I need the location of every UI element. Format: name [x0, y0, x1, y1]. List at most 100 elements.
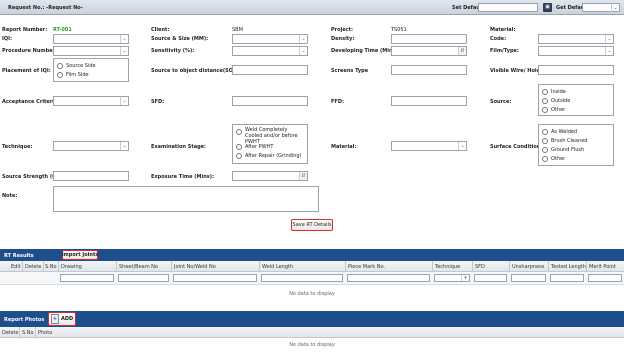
code-select[interactable]: ⌄	[538, 34, 614, 44]
acceptance-criteria-select[interactable]: ⌄	[53, 96, 129, 106]
radio-as-welded[interactable]: As Welded	[542, 127, 610, 136]
sfd-label: SFD:	[151, 99, 165, 105]
radio-brush-cleaned[interactable]: Brush Cleaned	[542, 136, 610, 145]
radio-icon[interactable]	[236, 152, 242, 159]
radio-icon[interactable]	[57, 62, 63, 69]
note-textarea[interactable]	[53, 186, 319, 212]
filter-merit-point[interactable]	[588, 274, 622, 282]
save-icon[interactable]: ▣	[543, 3, 552, 12]
exposure-time-input[interactable]: ⇵	[232, 171, 308, 181]
sensitivity-select[interactable]: ⌄	[232, 46, 308, 56]
spinner-icon[interactable]: ⇵	[299, 172, 307, 180]
film-type-select[interactable]: ⌄	[538, 46, 614, 56]
iqi-select[interactable]: ⌄	[53, 34, 129, 44]
chevron-down-icon[interactable]: ▾	[461, 275, 469, 281]
chevron-down-icon[interactable]: ⌄	[611, 4, 619, 12]
column-header[interactable]: Delete	[25, 264, 41, 270]
chevron-down-icon[interactable]: ⌄	[458, 142, 466, 150]
examination-stage-group: Weld Completely Cooled and/or before PWH…	[232, 124, 308, 164]
project-value: TS051	[391, 27, 407, 33]
add-document-icon: +	[51, 314, 59, 324]
density-label: Density:	[331, 36, 355, 42]
radio-icon[interactable]	[542, 146, 548, 153]
chevron-down-icon[interactable]: ⌄	[120, 97, 128, 105]
visible-wire-label: Visible Wire/ Hole	[490, 68, 540, 74]
client-value: SBM	[232, 27, 243, 33]
developing-time-label: Developing Time (Mins):	[331, 48, 400, 54]
column-header[interactable]: Edit	[11, 264, 21, 270]
filter-tested-length[interactable]	[550, 274, 584, 282]
report-photos-no-data: No data to display	[289, 342, 335, 348]
filter-unsharpness[interactable]	[511, 274, 546, 282]
ffd-label: FFD:	[331, 99, 344, 105]
set-default-select[interactable]	[478, 3, 538, 12]
chevron-down-icon[interactable]: ⌄	[120, 47, 128, 55]
radio-icon[interactable]	[542, 106, 548, 113]
column-header[interactable]: S.No	[45, 264, 57, 270]
column-header[interactable]: Drawing	[61, 264, 82, 270]
column-header[interactable]: Sheet/Beam No	[119, 264, 158, 270]
radio-inside[interactable]: Inside	[542, 87, 610, 96]
column-header[interactable]: Merit Point	[589, 264, 616, 270]
technique-select[interactable]: ⌄	[53, 141, 129, 151]
column-header[interactable]: Technique	[435, 264, 460, 270]
column-header[interactable]: SFD	[475, 264, 485, 270]
save-rt-details-button[interactable]: Save RT Details	[291, 219, 333, 231]
filter-sfd[interactable]	[474, 274, 507, 282]
import-joints-button[interactable]: Import Joints	[62, 250, 98, 260]
filter-drawing[interactable]	[60, 274, 114, 282]
radio-icon[interactable]	[542, 97, 548, 104]
radio-outside[interactable]: Outside	[542, 96, 610, 105]
radio-icon[interactable]	[542, 128, 548, 135]
chevron-down-icon[interactable]: ⌄	[299, 35, 307, 43]
add-photo-button[interactable]: + ADD	[48, 312, 76, 326]
radio-film-side[interactable]: Film Side	[57, 70, 125, 79]
column-header[interactable]: Unsharpness	[512, 264, 544, 270]
radio-icon[interactable]	[236, 129, 242, 135]
column-header[interactable]: Delete	[2, 330, 18, 336]
column-header[interactable]: Joint No/Weld No	[174, 264, 216, 270]
column-header[interactable]: S.No	[22, 330, 34, 336]
screens-type-input[interactable]	[391, 65, 467, 75]
visible-wire-input[interactable]	[538, 65, 614, 75]
radio-other[interactable]: Other	[542, 105, 610, 114]
developing-time-input[interactable]: ⇵	[391, 46, 467, 56]
source-size-label: Source & Size (MM):	[151, 36, 209, 42]
chevron-down-icon[interactable]: ⌄	[299, 47, 307, 55]
radio-icon[interactable]	[542, 88, 548, 95]
radio-source-side[interactable]: Source Side	[57, 61, 125, 70]
chevron-down-icon[interactable]: ⌄	[120, 142, 128, 150]
radio-ground-flush[interactable]: Ground Flush	[542, 145, 610, 154]
chevron-down-icon[interactable]: ⌄	[120, 35, 128, 43]
column-header[interactable]: Weld Length	[262, 264, 293, 270]
filter-joint[interactable]	[173, 274, 257, 282]
ffd-input[interactable]	[391, 96, 467, 106]
column-header[interactable]: Tested Length	[551, 264, 586, 270]
filter-sheet[interactable]	[118, 274, 169, 282]
spinner-icon[interactable]: ⇵	[458, 47, 466, 55]
radio-after-repair[interactable]: After Repair (Grinding)	[236, 151, 304, 160]
sod-input[interactable]	[232, 65, 308, 75]
rt-results-header: RT Results Import Joints	[0, 249, 624, 261]
filter-weld-length[interactable]	[261, 274, 343, 282]
radio-icon[interactable]	[236, 143, 242, 150]
filter-piece-mark[interactable]	[347, 274, 430, 282]
radio-icon[interactable]	[542, 155, 548, 162]
column-header[interactable]: Photo	[38, 330, 52, 336]
material-mid-select[interactable]: ⌄	[391, 141, 467, 151]
procedure-number-select[interactable]: ⌄	[53, 46, 129, 56]
get-default-select[interactable]: ⌄	[582, 3, 620, 12]
filter-technique[interactable]: ▾	[434, 274, 470, 282]
source-size-select[interactable]: ⌄	[232, 34, 308, 44]
report-photos-header: Report Photos + ADD	[0, 311, 624, 327]
column-header[interactable]: Piece Mark No.	[348, 264, 385, 270]
radio-other-surface[interactable]: Other	[542, 154, 610, 163]
source-strength-input[interactable]	[53, 171, 129, 181]
density-input[interactable]	[391, 34, 467, 44]
radio-icon[interactable]	[542, 137, 548, 144]
sfd-input[interactable]	[232, 96, 308, 106]
radio-icon[interactable]	[57, 71, 63, 78]
radio-weld-cooled[interactable]: Weld Completely Cooled and/or before PWH…	[236, 127, 304, 145]
chevron-down-icon[interactable]: ⌄	[605, 35, 613, 43]
chevron-down-icon[interactable]: ⌄	[605, 47, 613, 55]
